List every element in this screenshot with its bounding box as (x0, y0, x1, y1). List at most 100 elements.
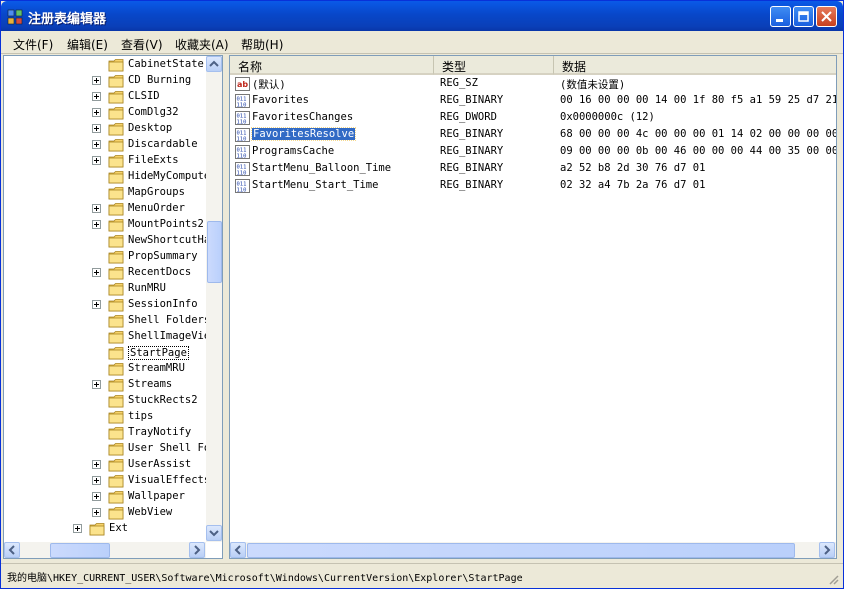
close-button[interactable] (816, 6, 837, 27)
tree-item-label: HideMyCompute (128, 170, 211, 182)
expand-icon[interactable] (92, 492, 101, 501)
list-horizontal-scrollbar[interactable] (230, 542, 836, 558)
tree-item-label: MountPoints2 (128, 218, 204, 230)
values-list-pane[interactable]: 名称 类型 数据 ab (默认) REG_SZ (数值未设置) 011 110 Favori… (229, 55, 837, 559)
expand-icon[interactable] (92, 92, 101, 101)
tree-item[interactable]: ComDlg32 (4, 105, 214, 121)
value-name: StartMenu_Balloon_Time (252, 162, 392, 174)
tree-item[interactable]: tips (4, 409, 214, 425)
tree-scroll-right-button[interactable] (189, 542, 205, 558)
tree-item[interactable]: ShellImageVie (4, 329, 214, 345)
folder-icon (108, 314, 125, 328)
arrow-up-icon (209, 60, 219, 67)
menu-view[interactable]: 查看(V) (121, 36, 163, 53)
tree-scroll-thumb[interactable] (207, 221, 222, 283)
regedit-app-icon (7, 9, 23, 25)
tree-item[interactable]: Streams (4, 377, 214, 393)
tree-item[interactable]: NewShortcutHa (4, 233, 214, 249)
tree-vertical-scrollbar[interactable] (206, 56, 222, 542)
tree-scroll-left-button[interactable] (4, 542, 20, 558)
tree-item[interactable]: CD Burning (4, 73, 214, 89)
tree-item[interactable]: Desktop (4, 121, 214, 137)
tree-item[interactable]: RecentDocs (4, 265, 214, 281)
list-item[interactable]: 011 110 StartMenu_Start_Time REG_BINARY 02 3… (230, 178, 836, 195)
tree-item[interactable]: StartPage (4, 345, 214, 361)
expand-icon[interactable] (73, 524, 82, 533)
tree-item[interactable]: PropSummary (4, 249, 214, 265)
key-tree-pane[interactable]: CabinetState CD Burning CLSID ComDlg32 Deskt… (3, 55, 223, 559)
folder-icon (108, 378, 125, 392)
tree-item[interactable]: MountPoints2 (4, 217, 214, 233)
expand-icon[interactable] (92, 268, 101, 277)
minimize-button[interactable] (770, 6, 791, 27)
menu-file[interactable]: 文件(F) (13, 36, 53, 53)
expand-icon[interactable] (92, 460, 101, 469)
minimize-icon (776, 19, 783, 22)
expand-icon[interactable] (92, 300, 101, 309)
tree-item[interactable]: Shell Folders (4, 313, 214, 329)
list-item[interactable]: 011 110 FavoritesChanges REG_DWORD 0x0000000… (230, 110, 836, 127)
tree-item[interactable]: VisualEffects (4, 473, 214, 489)
list-scroll-left-button[interactable] (230, 542, 246, 558)
arrow-right-icon (194, 545, 201, 555)
expand-icon[interactable] (92, 476, 101, 485)
tree-item[interactable]: StuckRects2 (4, 393, 214, 409)
maximize-button[interactable] (793, 6, 814, 27)
expand-icon[interactable] (92, 124, 101, 133)
list-item[interactable]: 011 110 StartMenu_Balloon_Time REG_BINARY a2… (230, 161, 836, 178)
tree-item[interactable]: StreamMRU (4, 361, 214, 377)
folder-icon (108, 250, 125, 264)
value-type: REG_DWORD (440, 111, 497, 123)
folder-icon (108, 202, 125, 216)
tree-item[interactable]: User Shell Fo (4, 441, 214, 457)
list-item[interactable]: 011 110 FavoritesResolve REG_BINARY 68 00 00… (230, 127, 836, 144)
tree-item[interactable]: WebView (4, 505, 214, 521)
expand-icon[interactable] (92, 108, 101, 117)
tree-item[interactable]: CLSID (4, 89, 214, 105)
tree-item[interactable]: SessionInfo (4, 297, 214, 313)
tree-hscroll-thumb[interactable] (50, 543, 110, 558)
list-hscroll-thumb[interactable] (247, 543, 795, 558)
column-header-data[interactable]: 数据 (554, 56, 836, 75)
folder-icon (89, 522, 106, 536)
menu-favorites[interactable]: 收藏夹(A) (175, 36, 229, 53)
tree-item[interactable]: Wallpaper (4, 489, 214, 505)
resize-grip-icon[interactable] (827, 573, 839, 585)
tree-item[interactable]: HideMyCompute (4, 169, 214, 185)
list-item[interactable]: 011 110 ProgramsCache REG_BINARY 09 00 00 00… (230, 144, 836, 161)
expand-icon[interactable] (92, 156, 101, 165)
list-item[interactable]: 011 110 Favorites REG_BINARY 00 16 00 00 00 … (230, 93, 836, 110)
tree-item[interactable]: Ext (4, 521, 214, 537)
svg-text:110: 110 (237, 171, 247, 177)
tree-item[interactable]: MenuOrder (4, 201, 214, 217)
tree-item[interactable]: CabinetState (4, 57, 214, 73)
tree-item[interactable]: RunMRU (4, 281, 214, 297)
tree-scroll-down-button[interactable] (206, 525, 222, 541)
expand-icon[interactable] (92, 380, 101, 389)
value-type: REG_BINARY (440, 179, 504, 191)
tree-item[interactable]: FileExts (4, 153, 214, 169)
tree-scroll-up-button[interactable] (206, 56, 222, 72)
tree-item[interactable]: MapGroups (4, 185, 214, 201)
folder-icon (108, 58, 125, 72)
expand-icon[interactable] (92, 204, 101, 213)
menu-edit[interactable]: 编辑(E) (67, 36, 108, 53)
string-value-icon: ab (235, 77, 250, 91)
tree-item[interactable]: UserAssist (4, 457, 214, 473)
title-bar[interactable]: 注册表编辑器 (1, 1, 843, 31)
menu-help[interactable]: 帮助(H) (241, 36, 283, 53)
list-scroll-right-button[interactable] (819, 542, 835, 558)
column-header-type[interactable]: 类型 (434, 56, 554, 75)
expand-icon[interactable] (92, 220, 101, 229)
tree-item[interactable]: TrayNotify (4, 425, 214, 441)
column-header-name[interactable]: 名称 (230, 56, 434, 75)
list-item[interactable]: ab (默认) REG_SZ (数值未设置) (230, 76, 836, 93)
expand-icon[interactable] (92, 76, 101, 85)
expand-icon[interactable] (92, 140, 101, 149)
tree-horizontal-scrollbar[interactable] (4, 542, 206, 558)
svg-text:110: 110 (237, 154, 247, 160)
status-bar: 我的电脑\HKEY_CURRENT_USER\Software\Microsof… (1, 563, 843, 587)
value-type: REG_SZ (440, 77, 478, 89)
expand-icon[interactable] (92, 508, 101, 517)
tree-item[interactable]: Discardable (4, 137, 214, 153)
